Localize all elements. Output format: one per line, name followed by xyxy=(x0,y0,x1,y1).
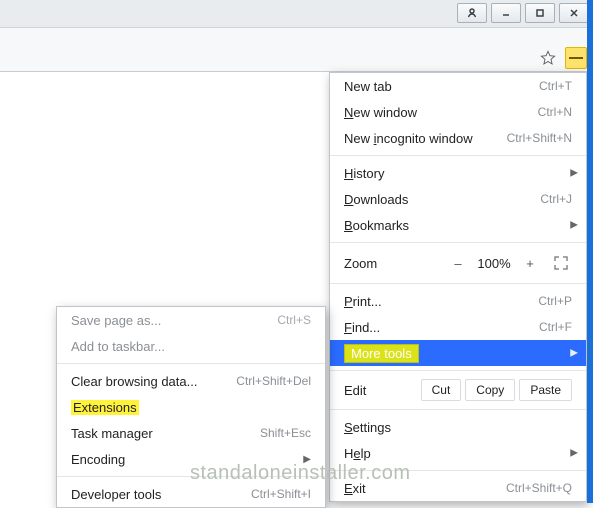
menu-new-tab[interactable]: New tabCtrl+T xyxy=(330,73,586,99)
menu-settings[interactable]: Settings xyxy=(330,414,586,440)
submenu-extensions[interactable]: Extensions xyxy=(57,394,325,420)
menu-bookmarks[interactable]: Bookmarks▶ xyxy=(330,212,586,238)
window-border xyxy=(587,0,593,503)
copy-button[interactable]: Copy xyxy=(465,379,515,401)
maximize-button[interactable] xyxy=(525,3,555,23)
menu-incognito[interactable]: New incognito windowCtrl+Shift+N xyxy=(330,125,586,151)
watermark: standaloneinstaller.com xyxy=(190,462,411,485)
user-icon[interactable] xyxy=(457,3,487,23)
cut-button[interactable]: Cut xyxy=(421,379,462,401)
menu-new-window[interactable]: New windowCtrl+N xyxy=(330,99,586,125)
menu-more-tools[interactable]: More tools▶ xyxy=(330,340,586,366)
zoom-label: Zoom xyxy=(344,256,444,271)
menu-button[interactable] xyxy=(565,47,587,69)
menu-downloads[interactable]: DownloadsCtrl+J xyxy=(330,186,586,212)
chevron-right-icon: ▶ xyxy=(570,448,578,459)
chevron-right-icon: ▶ xyxy=(570,168,578,179)
submenu-clear-data[interactable]: Clear browsing data...Ctrl+Shift+Del xyxy=(57,368,325,394)
menu-zoom: Zoom – 100% + xyxy=(330,247,586,279)
submenu-save-page[interactable]: Save page as...Ctrl+S xyxy=(57,307,325,333)
toolbar xyxy=(0,44,593,72)
window-titlebar xyxy=(0,0,593,28)
menu-edit: Edit Cut Copy Paste xyxy=(330,375,586,405)
minimize-button[interactable] xyxy=(491,3,521,23)
close-button[interactable] xyxy=(559,3,589,23)
bookmark-star-icon[interactable] xyxy=(537,47,559,69)
paste-button[interactable]: Paste xyxy=(519,379,572,401)
menu-find[interactable]: Find...Ctrl+F xyxy=(330,314,586,340)
fullscreen-icon[interactable] xyxy=(550,254,572,272)
zoom-out-button[interactable]: – xyxy=(444,256,472,271)
submenu-add-taskbar[interactable]: Add to taskbar... xyxy=(57,333,325,359)
menu-print[interactable]: Print...Ctrl+P xyxy=(330,288,586,314)
zoom-in-button[interactable]: + xyxy=(516,256,544,271)
menu-history[interactable]: History▶ xyxy=(330,160,586,186)
submenu-task-manager[interactable]: Task managerShift+Esc xyxy=(57,420,325,446)
chrome-menu: New tabCtrl+T New windowCtrl+N New incog… xyxy=(329,72,587,502)
chevron-right-icon: ▶ xyxy=(570,348,578,359)
chevron-right-icon: ▶ xyxy=(570,220,578,231)
zoom-value: 100% xyxy=(472,256,516,271)
edit-label: Edit xyxy=(344,383,417,398)
